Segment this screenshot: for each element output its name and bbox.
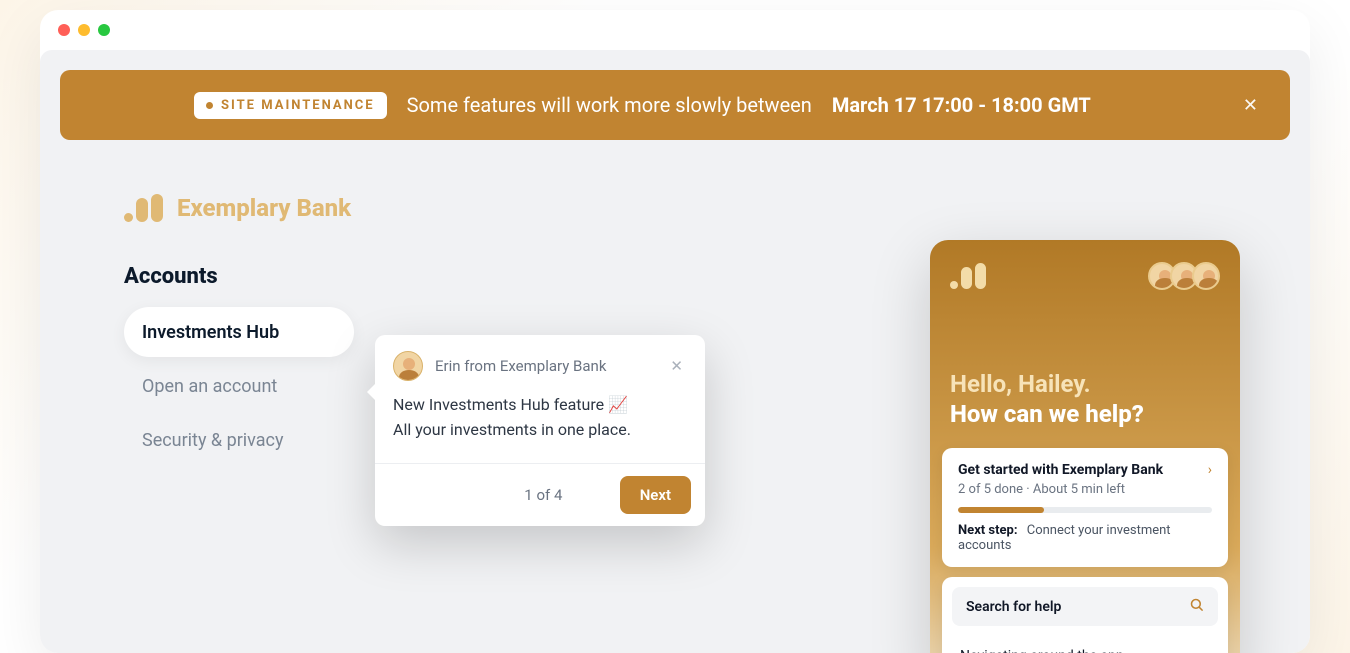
tour-footer: 1 of 4 Next bbox=[375, 463, 705, 526]
help-widget: Hello, Hailey. How can we help? Get star… bbox=[930, 240, 1240, 653]
help-article-link[interactable]: Navigating around the app › bbox=[942, 636, 1228, 653]
close-icon: ✕ bbox=[1243, 95, 1258, 116]
help-greeting-name: Hello, Hailey. bbox=[950, 370, 1220, 398]
search-icon bbox=[1189, 597, 1204, 616]
brand-name: Exemplary Bank bbox=[177, 194, 351, 222]
help-search-input[interactable]: Search for help bbox=[952, 587, 1218, 626]
close-icon: ✕ bbox=[670, 357, 683, 375]
agent-avatar bbox=[1192, 262, 1220, 290]
onboarding-next-label: Next step: bbox=[958, 523, 1018, 538]
author-avatar bbox=[393, 351, 423, 381]
app-window: SITE MAINTENANCE Some features will work… bbox=[40, 10, 1310, 653]
sidebar-heading: Accounts bbox=[124, 264, 354, 289]
help-greeting-prompt: How can we help? bbox=[950, 400, 1220, 428]
sidebar-nav: Accounts Investments Hub Open an account… bbox=[124, 264, 354, 465]
window-zoom-dot[interactable] bbox=[98, 24, 110, 36]
help-search-card: Search for help Navigating around the ap… bbox=[942, 577, 1228, 653]
maintenance-banner: SITE MAINTENANCE Some features will work… bbox=[60, 70, 1290, 140]
onboarding-card[interactable]: Get started with Exemplary Bank › 2 of 5… bbox=[942, 448, 1228, 567]
maintenance-badge-label: SITE MAINTENANCE bbox=[221, 98, 375, 113]
tour-line-1: New Investments Hub feature 📈 bbox=[393, 393, 687, 418]
help-greeting: Hello, Hailey. How can we help? bbox=[930, 290, 1240, 448]
maintenance-badge: SITE MAINTENANCE bbox=[194, 92, 387, 119]
onboarding-progress-bar bbox=[958, 507, 1212, 513]
tour-close-button[interactable]: ✕ bbox=[666, 353, 687, 379]
product-tour-tooltip: Erin from Exemplary Bank ✕ New Investmen… bbox=[375, 335, 705, 526]
window-minimize-dot[interactable] bbox=[78, 24, 90, 36]
brand: Exemplary Bank bbox=[124, 194, 1290, 222]
tour-step-indicator: 1 of 4 bbox=[467, 486, 620, 504]
help-search-placeholder: Search for help bbox=[966, 599, 1061, 615]
onboarding-progress-fill bbox=[958, 507, 1044, 513]
help-logo-icon bbox=[950, 263, 986, 289]
sidebar-item-label: Open an account bbox=[142, 376, 277, 397]
tour-header: Erin from Exemplary Bank ✕ bbox=[375, 335, 705, 393]
help-article-label: Navigating around the app bbox=[960, 648, 1124, 653]
sidebar-item-investments-hub[interactable]: Investments Hub bbox=[124, 307, 354, 357]
onboarding-next-step: Next step: Connect your investment accou… bbox=[958, 523, 1212, 553]
macos-titlebar bbox=[40, 10, 1310, 50]
chevron-right-icon: › bbox=[1208, 462, 1212, 478]
agent-avatars bbox=[1154, 262, 1220, 290]
sidebar-item-security-privacy[interactable]: Security & privacy bbox=[124, 415, 354, 465]
chevron-right-icon: › bbox=[1206, 649, 1210, 653]
banner-close-button[interactable]: ✕ bbox=[1235, 91, 1266, 120]
maintenance-message: Some features will work more slowly betw… bbox=[407, 93, 812, 117]
sidebar-item-label: Security & privacy bbox=[142, 430, 284, 451]
tour-line-2: All your investments in one place. bbox=[393, 418, 687, 443]
app-body: SITE MAINTENANCE Some features will work… bbox=[40, 50, 1310, 653]
onboarding-title: Get started with Exemplary Bank bbox=[958, 462, 1163, 478]
status-dot-icon bbox=[206, 102, 213, 109]
window-close-dot[interactable] bbox=[58, 24, 70, 36]
brand-logo-icon bbox=[124, 194, 163, 222]
onboarding-progress-text: 2 of 5 done · About 5 min left bbox=[958, 482, 1212, 497]
tour-from-label: Erin from Exemplary Bank bbox=[435, 357, 654, 375]
sidebar-item-label: Investments Hub bbox=[142, 322, 279, 343]
maintenance-window: March 17 17:00 - 18:00 GMT bbox=[832, 93, 1091, 117]
tour-body: New Investments Hub feature 📈 All your i… bbox=[375, 393, 705, 463]
sidebar-item-open-account[interactable]: Open an account bbox=[124, 361, 354, 411]
help-header bbox=[930, 240, 1240, 290]
tour-next-button[interactable]: Next bbox=[620, 476, 691, 514]
